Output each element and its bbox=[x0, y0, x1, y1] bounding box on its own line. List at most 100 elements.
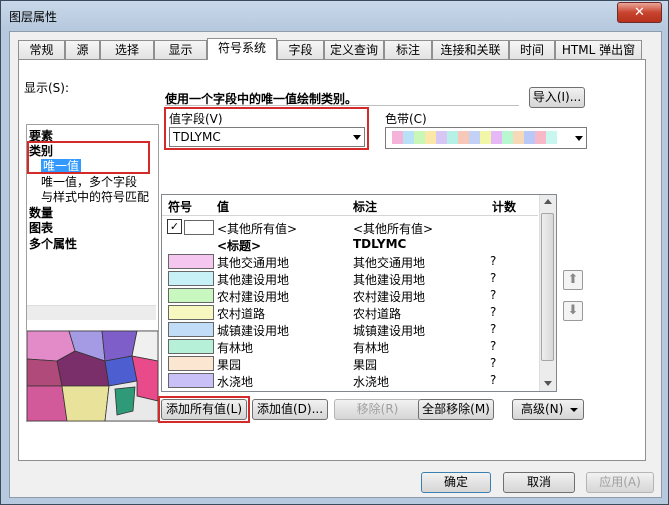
description-underline bbox=[165, 105, 519, 106]
scroll-down-arrow-icon[interactable] bbox=[544, 381, 552, 386]
color-ramp-dropdown[interactable] bbox=[385, 127, 587, 149]
scrollbar-thumb[interactable] bbox=[541, 213, 554, 361]
color-ramp-swatch bbox=[469, 131, 480, 144]
checkmark-icon[interactable]: ✓ bbox=[167, 219, 182, 234]
tab-source[interactable]: 源 bbox=[65, 40, 100, 59]
color-ramp-swatch bbox=[436, 131, 447, 144]
highlight-box-add-all bbox=[158, 396, 250, 423]
row-value: 农村道路 bbox=[217, 307, 266, 321]
move-down-button[interactable]: ⬇ bbox=[563, 301, 583, 321]
symbol-swatch[interactable] bbox=[168, 356, 214, 371]
advanced-button[interactable]: 高级(N) bbox=[512, 399, 584, 420]
remove-button[interactable]: 移除(R) bbox=[334, 399, 421, 420]
dialog-body: 常规 源 选择 显示 符号系统 字段 定义查询 标注 连接和关联 时间 HTML… bbox=[9, 31, 662, 498]
column-header-label[interactable]: 标注 bbox=[353, 198, 377, 215]
highlight-box-value-field bbox=[164, 107, 369, 150]
row-count: ? bbox=[490, 288, 497, 302]
color-ramp-swatch bbox=[480, 131, 491, 144]
color-ramp-swatch bbox=[458, 131, 469, 144]
heading-label: TDLYMC bbox=[353, 237, 407, 251]
row-value: 果园 bbox=[217, 358, 242, 372]
highlight-box-categories bbox=[27, 141, 150, 174]
table-row[interactable]: 果园 果园? bbox=[162, 355, 538, 372]
symbol-swatch[interactable] bbox=[168, 305, 214, 320]
symbology-preview-map bbox=[26, 330, 159, 422]
color-ramp-swatch bbox=[502, 131, 513, 144]
close-button[interactable]: ✕ bbox=[617, 2, 662, 23]
table-row[interactable]: 其他建设用地 其他建设用地? bbox=[162, 270, 538, 287]
column-header-symbol[interactable]: 符号 bbox=[168, 198, 192, 215]
row-count: ? bbox=[490, 339, 497, 353]
tree-item-charts[interactable]: 图表 bbox=[29, 219, 53, 236]
row-value: 农村建设用地 bbox=[217, 290, 290, 304]
other-values-label: <其他所有值> bbox=[353, 222, 434, 236]
remove-all-button[interactable]: 全部移除(M) bbox=[418, 399, 494, 420]
layer-properties-dialog: 图层属性 ✕ 常规 源 选择 显示 符号系统 字段 定义查询 标注 连接和关联 … bbox=[0, 0, 669, 505]
window-title: 图层属性 bbox=[9, 10, 58, 24]
row-count: ? bbox=[490, 373, 497, 387]
row-value: 其他交通用地 bbox=[217, 256, 290, 270]
row-count: ? bbox=[490, 305, 497, 319]
tab-general[interactable]: 常规 bbox=[18, 40, 65, 59]
table-vertical-scrollbar[interactable] bbox=[539, 195, 556, 391]
table-row-other-values[interactable]: ✓ <其他所有值> <其他所有值> bbox=[162, 219, 538, 236]
tab-symbology[interactable]: 符号系统 bbox=[207, 38, 277, 60]
row-value: 其他建设用地 bbox=[217, 273, 290, 287]
symbol-swatch[interactable] bbox=[168, 339, 214, 354]
column-header-count[interactable]: 计数 bbox=[492, 198, 516, 215]
tab-joins-relates[interactable]: 连接和关联 bbox=[432, 40, 509, 59]
tab-labels[interactable]: 标注 bbox=[384, 40, 432, 59]
apply-button[interactable]: 应用(A) bbox=[586, 472, 654, 493]
symbol-value-table: 符号 值 标注 计数 ✓ <其他所有值> <其他所有值> <标题> TDLYMC… bbox=[161, 194, 557, 392]
tree-item-multiple-attributes[interactable]: 多个属性 bbox=[29, 235, 77, 252]
color-ramp-swatch bbox=[425, 131, 436, 144]
symbol-swatch[interactable] bbox=[168, 288, 214, 303]
chevron-down-icon bbox=[570, 408, 578, 412]
table-row[interactable]: 有林地 有林地? bbox=[162, 338, 538, 355]
table-row[interactable]: 水浇地 水浇地? bbox=[162, 372, 538, 389]
symbol-swatch[interactable] bbox=[168, 322, 214, 337]
row-count: ? bbox=[490, 322, 497, 336]
tab-fields[interactable]: 字段 bbox=[277, 40, 324, 59]
row-value: 有林地 bbox=[217, 341, 254, 355]
color-ramp-swatch bbox=[403, 131, 414, 144]
color-ramp-swatch bbox=[524, 131, 535, 144]
tab-display[interactable]: 显示 bbox=[154, 40, 207, 59]
table-header: 符号 值 标注 计数 bbox=[162, 195, 538, 216]
tab-selection[interactable]: 选择 bbox=[100, 40, 154, 59]
color-ramp-swatch bbox=[513, 131, 524, 144]
row-label: 其他建设用地 bbox=[353, 273, 426, 287]
color-ramp-swatch bbox=[447, 131, 458, 144]
preview-map-graphic bbox=[27, 331, 158, 421]
arrow-down-icon: ⬇ bbox=[567, 303, 579, 318]
tab-definition-query[interactable]: 定义查询 bbox=[324, 40, 384, 59]
row-label: 有林地 bbox=[353, 341, 390, 355]
scroll-up-arrow-icon[interactable] bbox=[544, 199, 552, 204]
table-row[interactable]: 农村建设用地 农村建设用地? bbox=[162, 287, 538, 304]
other-values-swatch[interactable] bbox=[184, 220, 214, 235]
add-values-button[interactable]: 添加值(D)... bbox=[252, 399, 328, 420]
symbology-panel: 显示(S): 要素 类别 唯一值 唯一值，多个字段 与样式中的符号匹配 数量 图… bbox=[18, 59, 646, 461]
table-row[interactable]: 其他交通用地 其他交通用地? bbox=[162, 253, 538, 270]
tree-item-match-to-style[interactable]: 与样式中的符号匹配 bbox=[41, 188, 149, 205]
tree-horizontal-scrollbar[interactable] bbox=[27, 305, 156, 320]
row-count: ? bbox=[490, 271, 497, 285]
table-heading-row[interactable]: <标题> TDLYMC bbox=[162, 236, 538, 253]
import-button[interactable]: 导入(I)... bbox=[529, 87, 585, 108]
color-ramp-swatch bbox=[392, 131, 403, 144]
symbol-swatch[interactable] bbox=[168, 373, 214, 388]
symbol-swatch[interactable] bbox=[168, 271, 214, 286]
tab-time[interactable]: 时间 bbox=[509, 40, 555, 59]
color-ramp-swatch bbox=[535, 131, 546, 144]
table-row[interactable]: 城镇建设用地 城镇建设用地? bbox=[162, 321, 538, 338]
move-up-button[interactable]: ⬆ bbox=[563, 270, 583, 290]
chevron-down-icon bbox=[575, 136, 583, 141]
column-header-value[interactable]: 值 bbox=[217, 198, 229, 215]
symbol-swatch[interactable] bbox=[168, 254, 214, 269]
tab-html-popup[interactable]: HTML 弹出窗口 bbox=[555, 40, 642, 76]
table-row[interactable]: 农村道路 农村道路? bbox=[162, 304, 538, 321]
other-values-value: <其他所有值> bbox=[217, 222, 298, 236]
cancel-button[interactable]: 取消 bbox=[503, 472, 575, 493]
title-bar[interactable]: 图层属性 ✕ bbox=[1, 1, 668, 29]
ok-button[interactable]: 确定 bbox=[421, 472, 491, 493]
